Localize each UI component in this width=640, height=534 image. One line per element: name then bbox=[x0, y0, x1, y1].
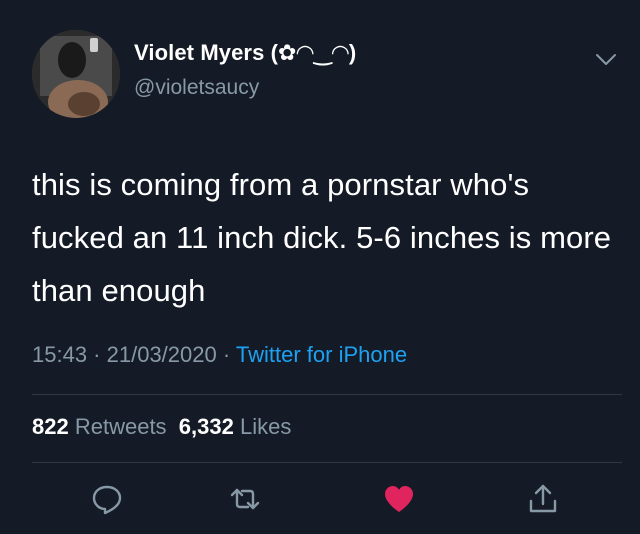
chevron-down-icon[interactable] bbox=[594, 50, 618, 70]
retweets-count: 822 bbox=[32, 414, 69, 439]
meta-separator: · bbox=[87, 342, 107, 367]
divider bbox=[32, 462, 622, 463]
retweets-label: Retweets bbox=[74, 414, 167, 439]
tweet-stats: 822 Retweets 6,332 Likes bbox=[32, 414, 291, 440]
reply-icon[interactable] bbox=[90, 482, 124, 516]
tweet-source-link[interactable]: Twitter for iPhone bbox=[236, 342, 407, 367]
likes-label: Likes bbox=[239, 414, 292, 439]
user-handle[interactable]: @violetsaucy bbox=[134, 76, 259, 100]
likes-stat[interactable]: 6,332 Likes bbox=[179, 414, 292, 439]
tweet-time[interactable]: 15:43 bbox=[32, 342, 87, 367]
heart-icon[interactable] bbox=[382, 482, 416, 516]
tweet-meta: 15:43 · 21/03/2020 · Twitter for iPhone bbox=[32, 342, 407, 368]
likes-count: 6,332 bbox=[178, 414, 234, 439]
divider bbox=[32, 394, 622, 395]
tweet-date[interactable]: 21/03/2020 bbox=[107, 342, 217, 367]
retweet-icon[interactable] bbox=[228, 482, 262, 516]
retweets-stat[interactable]: 822 Retweets bbox=[32, 414, 167, 439]
display-name[interactable]: Violet Myers (✿◠‿◠) bbox=[134, 40, 356, 66]
share-icon[interactable] bbox=[526, 482, 560, 516]
tweet-text: this is coming from a pornstar who's fuc… bbox=[32, 167, 612, 308]
meta-separator: · bbox=[216, 342, 236, 367]
tweet-card: Violet Myers (✿◠‿◠) @violetsaucy this is… bbox=[0, 0, 640, 534]
avatar[interactable] bbox=[32, 30, 120, 118]
